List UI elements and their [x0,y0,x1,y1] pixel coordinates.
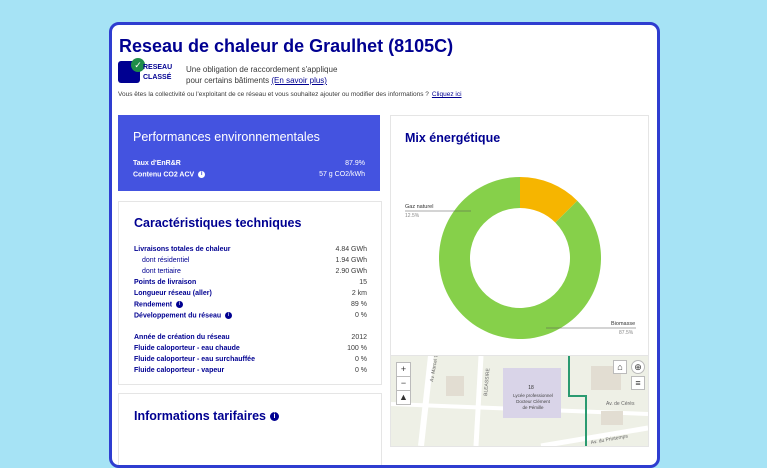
tech-value: 100 % [347,345,367,352]
energy-mix-panel: Mix énergétique Gaz naturel 12.5% Biomasse… [390,115,649,369]
slice-biomasse[interactable] [439,177,601,339]
tech-label: dont tertiaire [142,268,181,275]
badge-line1: RESEAU [143,64,173,71]
info-icon[interactable]: i [269,412,279,422]
street-label: Av. de Cérès [606,401,635,407]
perf-value: 87.9% [345,160,365,167]
contribution-notice: Vous êtes la collectivité ou l'exploitan… [118,91,462,98]
tech-row: Livraisons totales de chaleur 4.84 GWh [134,246,367,253]
tech-label: Longueur réseau (aller) [134,290,212,297]
perf-label: Contenu CO2 ACV [133,171,195,179]
tech-row: Développement du réseau i 0 % [134,312,367,319]
tech-value: 1.94 GWh [335,257,367,264]
map-pin-icon[interactable]: ⌂ [613,360,627,374]
performance-title: Performances environnementales [133,130,320,144]
page-title: Reseau de chaleur de Graulhet (8105C) [119,36,454,56]
gaz-label: Gaz naturel [405,204,433,210]
tech-label: Fluide caloporteur - eau chaude [134,345,240,352]
network-card: Reseau de chaleur de Graulhet (8105C) ✓ … [109,22,660,468]
tech-row: Points de livraison 15 [134,279,367,286]
tech-value: 0 % [354,367,367,374]
perf-label: Taux d'EnR&R [133,160,181,167]
zoom-out-button[interactable]: − [396,376,411,391]
tariff-panel: Informations tarifaires i [118,393,382,465]
tech-label: Fluide caloporteur - vapeur [134,367,225,374]
biomasse-label: Biomasse [611,321,635,327]
tech-value: 0 % [354,312,367,319]
tech-label: Livraisons totales de chaleur [134,246,231,253]
tariff-title-text: Informations tarifaires [134,409,266,423]
tech-value: 2.90 GWh [335,268,367,275]
click-here-link[interactable]: Cliquez ici [432,91,462,98]
tech-row: dont résidentiel 1.94 GWh [134,257,367,264]
energy-mix-chart: Gaz naturel 12.5% Biomasse 87.5% [405,177,636,339]
tech-row: Fluide caloporteur - eau chaude 100 % [134,345,367,352]
map-canvas: Av. Marcel Ta... BLEASSIRE 18 Lycée prof… [391,356,648,446]
tech-row: Longueur réseau (aller) 2 km [134,290,367,297]
layers-icon[interactable]: ≡ [631,376,645,390]
obligation-notice: Une obligation de raccordement s'appliqu… [186,64,337,86]
tech-value: 4.84 GWh [335,246,367,253]
compass-button[interactable]: ▲ [396,390,411,405]
locate-icon[interactable]: ⊕ [631,360,645,374]
building-number: 18 [528,385,534,391]
tech-label: Rendement [134,301,173,309]
tech-value: 2 km [351,290,367,297]
tech-label: Fluide caloporteur - eau surchauffée [134,356,255,363]
tech-label: Développement du réseau [134,312,222,320]
perf-row-co2: Contenu CO2 ACV i 57 g CO2/kWh [133,171,365,178]
performance-panel: Performances environnementales Taux d'En… [118,115,380,191]
school-label: de Pémille [522,405,544,410]
technical-title: Caractéristiques techniques [134,216,302,230]
obligation-line2: pour certains bâtiments [186,76,270,85]
tech-value: 2012 [351,334,367,341]
tech-row: dont tertiaire 2.90 GWh [134,268,367,275]
gaz-percent: 12.5% [405,213,420,219]
tech-row: Année de création du réseau 2012 [134,334,367,341]
obligation-line1: Une obligation de raccordement s'appliqu… [186,65,338,74]
tech-label: dont résidentiel [142,257,190,264]
school-label: Lycée professionnel [513,393,553,398]
tech-label: Points de livraison [134,279,197,286]
learn-more-link[interactable]: (En savoir plus) [271,76,327,85]
info-icon[interactable]: i [225,312,233,319]
classified-network-badge: ✓ RESEAU CLASSÉ [118,58,174,87]
tariff-title: Informations tarifaires i [134,409,279,423]
tech-value: 15 [359,279,367,286]
tech-value: 0 % [354,356,367,363]
badge-line2: CLASSÉ [143,74,172,81]
info-icon[interactable]: i [198,171,206,178]
info-icon[interactable]: i [176,301,184,308]
contribution-text: Vous êtes la collectivité ou l'exploitan… [118,91,429,98]
biomasse-percent: 87.5% [619,330,634,336]
tech-value: 89 % [351,301,367,308]
tech-label: Année de création du réseau [134,334,230,341]
perf-row-enrr: Taux d'EnR&R 87.9% [133,160,365,167]
tech-row: Rendement i 89 % [134,301,367,308]
network-map[interactable]: Av. Marcel Ta... BLEASSIRE 18 Lycée prof… [390,355,649,447]
tech-row: Fluide caloporteur - vapeur 0 % [134,367,367,374]
school-label: Docteur Clément [516,399,551,404]
perf-value: 57 g CO2/kWh [319,171,365,178]
tech-row: Fluide caloporteur - eau surchauffée 0 % [134,356,367,363]
technical-panel: Caractéristiques techniques Livraisons t… [118,201,382,385]
zoom-in-button[interactable]: + [396,362,411,377]
